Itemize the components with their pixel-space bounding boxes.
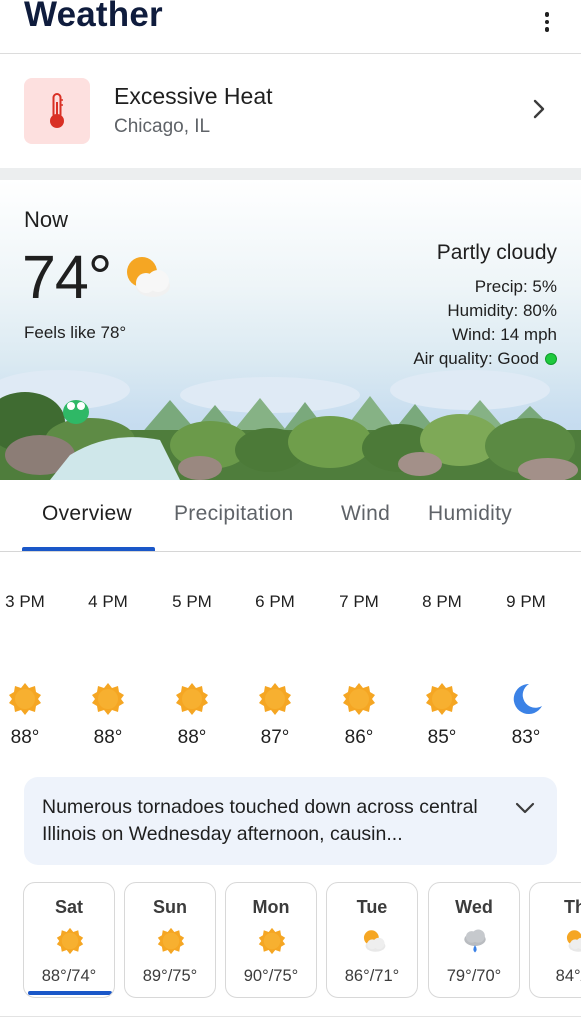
moon-icon <box>513 683 542 714</box>
app-title: Weather <box>24 0 163 34</box>
current-conditions: Now 74° Feels like 78° Partly cloudy Pre… <box>0 180 581 480</box>
partly-cloudy-icon <box>566 930 581 952</box>
day-range: 90°/75° <box>243 967 299 985</box>
hour-time: 3 PM <box>5 592 45 611</box>
day-range: 89°/75° <box>142 967 198 985</box>
hour-temp: 83° <box>511 727 541 748</box>
daily-forecast: Sat 88°/74° Sun 89°/75° Mon 90°/75° Tue … <box>0 880 581 1005</box>
hour-temp: 87° <box>260 727 290 748</box>
hour-temp: 88° <box>177 727 207 748</box>
news-alert-card[interactable]: Numerous tornadoes touched down across c… <box>24 777 557 865</box>
sun-icon <box>9 683 41 715</box>
hour-temp: 88° <box>93 727 123 748</box>
bottom-divider <box>0 1016 581 1017</box>
sun-icon <box>176 683 208 715</box>
hour-time: 9 PM <box>506 592 546 611</box>
detail-tabs: Overview Precipitation Wind Humidity <box>0 480 581 552</box>
hour-time: 7 PM <box>339 592 379 611</box>
alert-title: Excessive Heat <box>114 83 273 109</box>
tab-humidity[interactable]: Humidity <box>428 502 512 526</box>
chevron-down-icon[interactable] <box>514 797 536 819</box>
hour-time: 4 PM <box>88 592 128 611</box>
day-range: 88°/74° <box>41 967 97 985</box>
hour-temp: 88° <box>10 727 40 748</box>
day-name: Sun <box>153 897 187 917</box>
sun-icon <box>426 683 458 715</box>
day-card[interactable]: Sun 89°/75° <box>124 882 216 998</box>
chevron-right-icon[interactable] <box>528 98 550 120</box>
hour-time: 6 PM <box>255 592 295 611</box>
partly-cloudy-icon <box>363 930 386 952</box>
day-card[interactable]: Mon 90°/75° <box>225 882 317 998</box>
news-text: Numerous tornadoes touched down across c… <box>42 796 478 845</box>
sun-icon <box>258 927 286 955</box>
now-label: Now <box>24 207 69 232</box>
tab-overview[interactable]: Overview <box>42 502 132 526</box>
tab-precipitation[interactable]: Precipitation <box>174 502 293 526</box>
day-card[interactable]: Th 84°/7 <box>529 882 581 998</box>
day-range: 79°/70° <box>446 967 502 985</box>
day-card[interactable]: Sat 88°/74° <box>23 882 115 998</box>
day-range: 86°/71° <box>344 967 400 985</box>
alert-location: Chicago, IL <box>114 116 211 137</box>
day-range: 84°/7 <box>555 967 581 985</box>
alert-icon-tile <box>24 78 90 144</box>
hourly-forecast[interactable]: 3 PM 4 PM 5 PM 6 PM 7 PM 8 PM 9 PM 88° 8… <box>0 553 581 760</box>
thermometer-icon <box>50 93 64 128</box>
day-card[interactable]: Tue 86°/71° <box>326 882 418 998</box>
day-card[interactable]: Wed 79°/70° <box>428 882 520 998</box>
day-name: Mon <box>252 897 290 917</box>
day-name: Sat <box>54 897 83 917</box>
tab-wind[interactable]: Wind <box>341 502 390 526</box>
rain-cloud-icon <box>464 929 486 953</box>
hour-temp: 86° <box>344 727 374 748</box>
current-temperature: 74° <box>22 243 112 311</box>
sun-icon <box>157 927 185 955</box>
app-header: Weather <box>0 0 581 54</box>
day-name: Th <box>564 897 581 917</box>
section-divider <box>0 168 581 180</box>
heat-alert-card[interactable]: Excessive Heat Chicago, IL <box>0 55 581 168</box>
precip-value: Precip: 5% <box>474 277 557 296</box>
day-name: Wed <box>455 897 493 917</box>
tab-active-indicator <box>22 547 155 551</box>
hour-time: 8 PM <box>422 592 462 611</box>
wind-value: Wind: 14 mph <box>452 325 557 344</box>
sun-icon <box>92 683 124 715</box>
day-name: Tue <box>356 897 388 917</box>
hour-time: 5 PM <box>172 592 212 611</box>
hour-temp: 85° <box>427 727 457 748</box>
landscape-illustration <box>0 370 581 480</box>
condition-text: Partly cloudy <box>436 241 557 264</box>
more-vert-icon[interactable] <box>532 8 562 36</box>
sun-icon <box>259 683 291 715</box>
selected-day-indicator <box>28 991 112 995</box>
feels-like: Feels like 78° <box>24 323 127 342</box>
sun-icon <box>343 683 375 715</box>
partly-cloudy-icon <box>127 257 170 297</box>
humidity-value: Humidity: 80% <box>447 301 557 320</box>
sun-icon <box>56 927 84 955</box>
